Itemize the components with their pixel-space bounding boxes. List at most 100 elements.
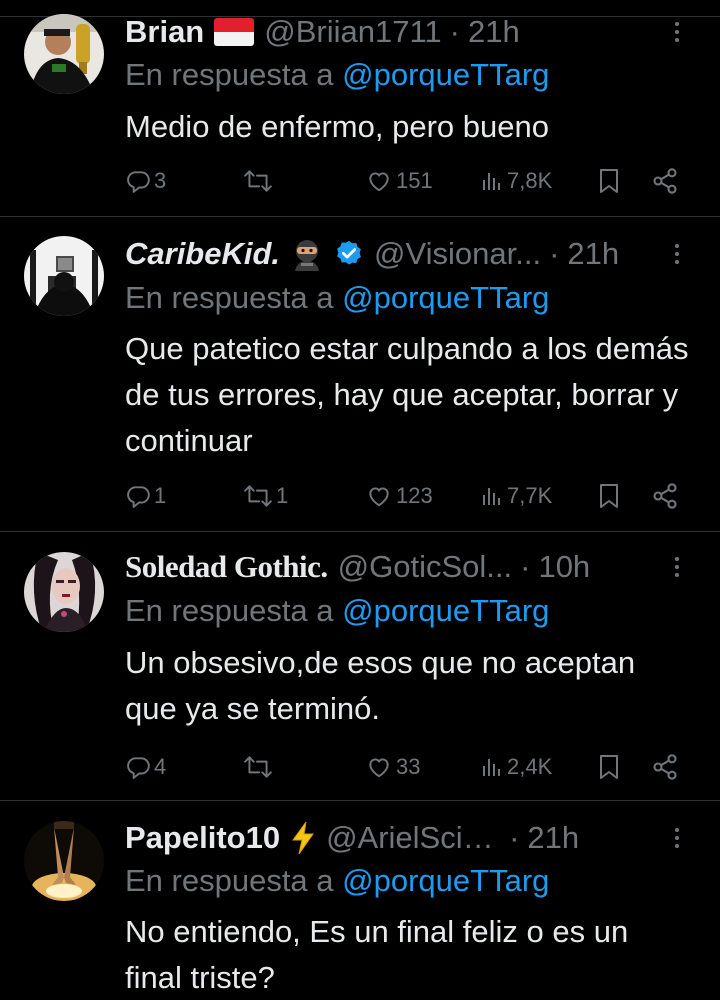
- retweet-icon: [244, 756, 272, 778]
- user-handle[interactable]: @ArielScini...: [326, 818, 501, 858]
- tweet-actions: 4 33 2,4K: [125, 750, 695, 784]
- flag-indonesia-icon: [214, 18, 255, 46]
- views-button[interactable]: 7,7K: [480, 479, 552, 513]
- reply-button[interactable]: 1: [125, 479, 166, 513]
- user-handle[interactable]: @GoticSol...: [338, 547, 512, 587]
- share-icon: [653, 754, 677, 780]
- views-count: 2,4K: [507, 754, 553, 779]
- verified-badge-icon[interactable]: [334, 239, 364, 269]
- display-name[interactable]: Papelito10: [125, 818, 280, 858]
- bookmark-icon: [600, 755, 618, 779]
- more-options-icon[interactable]: [672, 239, 682, 269]
- tweet-text: Que patetico estar culpando a los demás …: [125, 331, 689, 458]
- like-icon: [369, 487, 389, 507]
- tweet-text: Medio de enfermo, pero bueno: [125, 109, 549, 144]
- like-count: 123: [396, 483, 433, 508]
- reply-prefix: En respuesta a: [125, 280, 343, 315]
- timestamp[interactable]: 10h: [538, 547, 590, 587]
- tweet-1[interactable]: Brian @Briian1711 · 21h En respuesta a @…: [0, 0, 720, 217]
- retweet-button[interactable]: 1: [243, 479, 288, 513]
- timestamp[interactable]: 21h: [468, 12, 520, 52]
- bookmark-button[interactable]: [597, 164, 621, 198]
- like-count: 151: [396, 168, 433, 193]
- reply-count: 3: [154, 168, 167, 193]
- reply-icon: [127, 486, 150, 508]
- tweet-actions: 3 151 7,8K: [125, 164, 695, 198]
- bookmark-icon: [600, 484, 618, 508]
- retweet-icon: [244, 485, 272, 507]
- separator-dot: ·: [509, 820, 520, 855]
- user-handle[interactable]: @Briian1711: [264, 12, 441, 52]
- retweet-count: 1: [276, 483, 289, 508]
- reply-button[interactable]: 3: [125, 164, 166, 198]
- more-options-icon[interactable]: [672, 823, 682, 853]
- avatar-caribekid[interactable]: [24, 236, 104, 316]
- ninja-emoji-icon: [290, 237, 324, 271]
- reply-context: En respuesta a @porqueTTarg: [125, 591, 549, 631]
- share-button[interactable]: [651, 750, 679, 784]
- tweet-header: CaribeKid. @Visionar... · 21h: [125, 234, 670, 274]
- reply-prefix: En respuesta a: [125, 57, 343, 92]
- display-name[interactable]: CaribeKid.: [125, 234, 280, 274]
- more-options-icon[interactable]: [672, 17, 682, 47]
- tweet-3[interactable]: Soledad Gothic. @GoticSol... · 10h En re…: [0, 532, 720, 801]
- like-count: 33: [396, 754, 421, 779]
- reply-mention-link[interactable]: @porqueTTarg: [342, 863, 549, 898]
- tweet-header: Papelito10 @ArielScini... · 21h: [125, 818, 670, 858]
- reply-mention-link[interactable]: @porqueTTarg: [342, 57, 549, 92]
- tweet-2[interactable]: CaribeKid. @Visionar... · 21h En respues…: [0, 217, 720, 532]
- share-button[interactable]: [651, 479, 679, 513]
- avatar-papelito10[interactable]: [24, 821, 104, 901]
- tweet-text: Un obsesivo,de esos que no aceptan que y…: [125, 645, 636, 726]
- views-count: 7,7K: [507, 483, 553, 508]
- tweet-header: Brian @Briian1711 · 21h: [125, 12, 670, 52]
- display-name[interactable]: Brian: [125, 12, 204, 52]
- views-icon: [483, 173, 500, 190]
- timestamp[interactable]: 21h: [527, 818, 579, 858]
- reply-context: En respuesta a @porqueTTarg: [125, 278, 549, 318]
- reply-prefix: En respuesta a: [125, 863, 343, 898]
- separator-dot: ·: [449, 14, 460, 49]
- avatar-brian[interactable]: [24, 14, 104, 94]
- like-button[interactable]: 123: [365, 479, 433, 513]
- views-icon: [483, 759, 500, 776]
- reply-icon: [127, 171, 150, 193]
- lightning-emoji-icon: [290, 821, 316, 855]
- bookmark-button[interactable]: [597, 750, 621, 784]
- tweet-text: No entiendo, Es un final feliz o es un f…: [125, 914, 629, 995]
- tweet-4[interactable]: Papelito10 @ArielScini... · 21h En respu…: [0, 801, 720, 1000]
- retweet-icon: [244, 170, 272, 192]
- avatar-soledad[interactable]: [24, 552, 104, 632]
- reply-icon: [127, 757, 150, 779]
- separator-dot: ·: [520, 549, 531, 584]
- reply-context: En respuesta a @porqueTTarg: [125, 861, 549, 901]
- timestamp[interactable]: 21h: [567, 234, 619, 274]
- views-count: 7,8K: [507, 168, 553, 193]
- more-options-icon[interactable]: [672, 552, 682, 582]
- like-button[interactable]: 151: [365, 164, 433, 198]
- like-button[interactable]: 33: [365, 750, 420, 784]
- like-icon: [369, 758, 389, 778]
- bookmark-button[interactable]: [597, 479, 621, 513]
- reply-button[interactable]: 4: [125, 750, 166, 784]
- separator-dot: ·: [549, 236, 560, 271]
- reply-count: 4: [154, 754, 167, 779]
- reply-context: En respuesta a @porqueTTarg: [125, 55, 549, 95]
- reply-count: 1: [154, 483, 167, 508]
- retweet-button[interactable]: [243, 750, 276, 784]
- views-button[interactable]: 7,8K: [480, 164, 552, 198]
- tweet-actions: 1 1 123 7,7K: [125, 479, 695, 513]
- reply-prefix: En respuesta a: [125, 593, 343, 628]
- share-icon: [653, 483, 677, 509]
- tweet-header: Soledad Gothic. @GoticSol... · 10h: [125, 547, 670, 587]
- share-icon: [653, 168, 677, 194]
- share-button[interactable]: [651, 164, 679, 198]
- bookmark-icon: [600, 169, 618, 193]
- user-handle[interactable]: @Visionar...: [374, 234, 541, 274]
- views-button[interactable]: 2,4K: [480, 750, 552, 784]
- reply-mention-link[interactable]: @porqueTTarg: [342, 593, 549, 628]
- retweet-button[interactable]: [243, 164, 276, 198]
- like-icon: [369, 172, 389, 192]
- reply-mention-link[interactable]: @porqueTTarg: [342, 280, 549, 315]
- display-name[interactable]: Soledad Gothic.: [125, 547, 328, 587]
